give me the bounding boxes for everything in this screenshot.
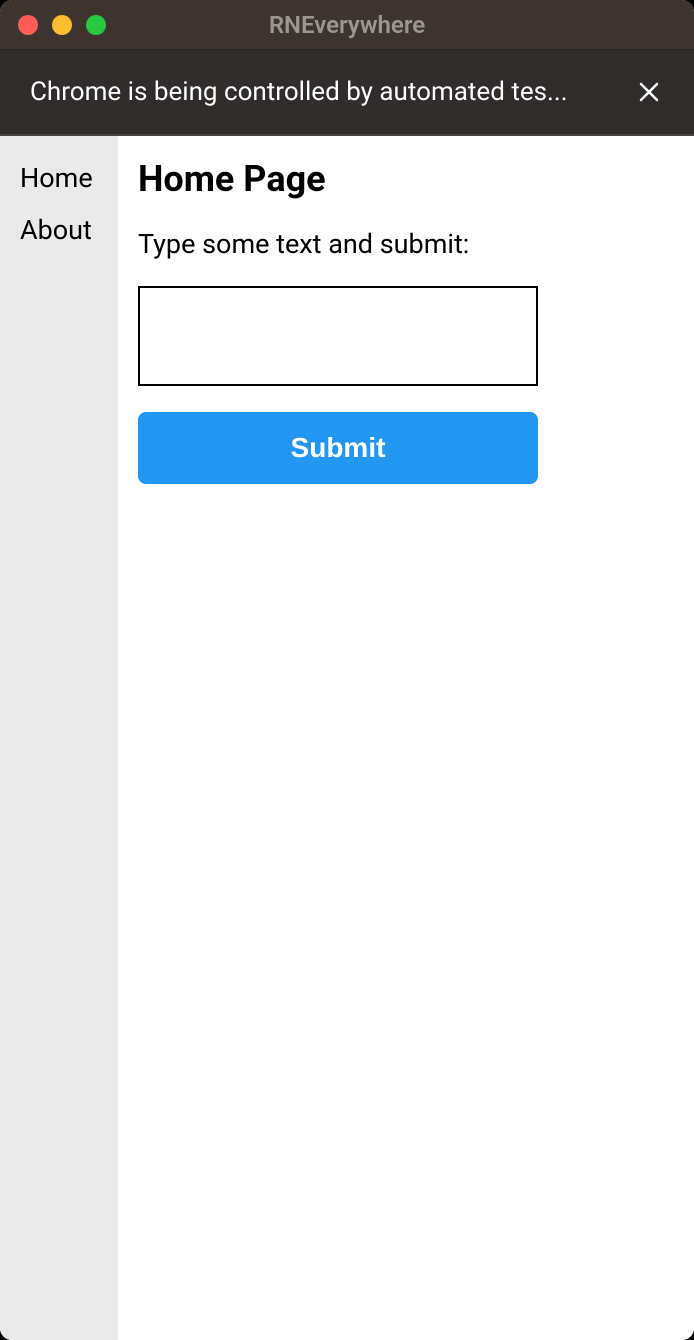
sidebar-item-label: About — [20, 214, 92, 246]
page-title: Home Page — [138, 158, 674, 200]
sidebar-item-home[interactable]: Home — [0, 152, 118, 204]
automation-info-bar: Chrome is being controlled by automated … — [0, 50, 694, 136]
main-content: Home Page Type some text and submit: Sub… — [118, 136, 694, 1340]
titlebar: RNEverywhere — [0, 0, 694, 50]
sidebar-item-about[interactable]: About — [0, 204, 118, 256]
content-area: Home About Home Page Type some text and … — [0, 136, 694, 1340]
traffic-lights — [18, 15, 106, 35]
sidebar: Home About — [0, 136, 118, 1340]
window-title: RNEverywhere — [269, 11, 425, 39]
window-maximize-button[interactable] — [86, 15, 106, 35]
submit-button[interactable]: Submit — [138, 412, 538, 484]
automation-info-text: Chrome is being controlled by automated … — [30, 77, 634, 107]
window-close-button[interactable] — [18, 15, 38, 35]
close-icon[interactable] — [634, 77, 664, 107]
text-input[interactable] — [138, 286, 538, 386]
sidebar-item-label: Home — [20, 162, 93, 194]
app-window: RNEverywhere Chrome is being controlled … — [0, 0, 694, 1340]
window-minimize-button[interactable] — [52, 15, 72, 35]
form-label: Type some text and submit: — [138, 228, 674, 260]
